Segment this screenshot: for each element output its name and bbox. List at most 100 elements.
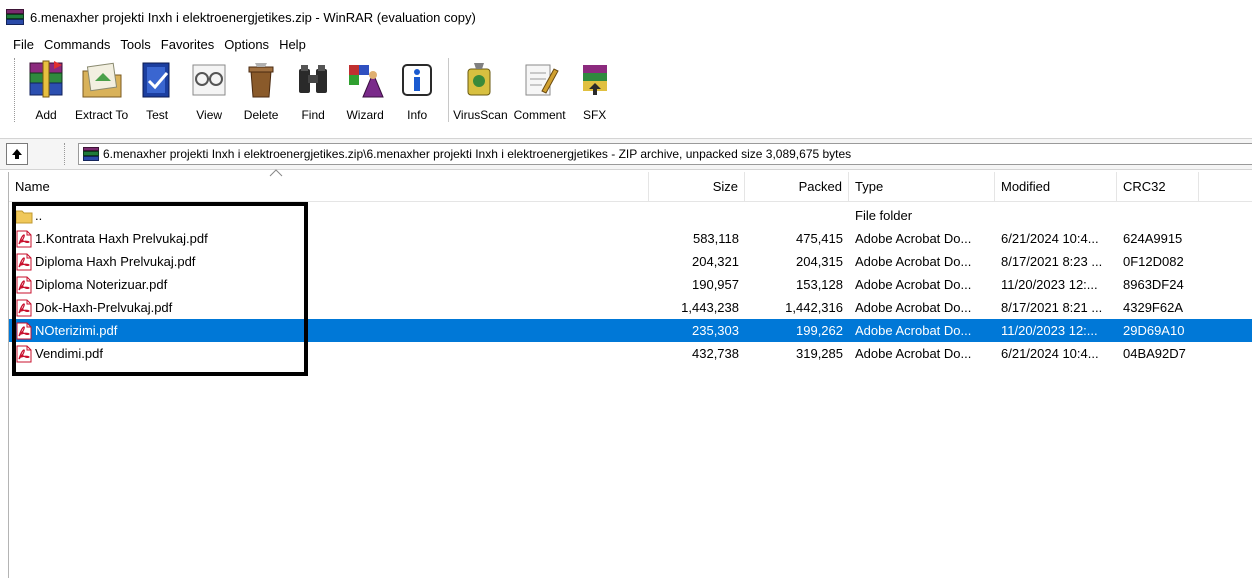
file-name: Vendimi.pdf [35, 346, 103, 361]
info-icon [394, 58, 440, 102]
file-size: 432,738 [692, 346, 739, 361]
file-size: 190,957 [692, 277, 739, 292]
toolbar-grip[interactable] [14, 58, 17, 122]
column-header-packed[interactable]: Packed [745, 172, 849, 202]
pdf-icon [15, 230, 35, 248]
sfx-button[interactable]: SFX [572, 58, 618, 122]
file-rows: .. File folder 1.Kontrata Haxh Prelvukaj.p… [9, 204, 1252, 365]
file-size: 235,303 [692, 323, 739, 338]
pdf-icon [15, 299, 35, 317]
find-binoculars-icon [290, 58, 336, 102]
pdf-icon [15, 322, 35, 340]
file-packed-size: 475,415 [796, 231, 843, 246]
file-modified: 6/21/2024 10:4... [1001, 231, 1099, 246]
file-row[interactable]: NOterizimi.pdf 235,303 199,262 Adobe Acroba… [9, 319, 1252, 342]
file-type: Adobe Acrobat Do... [855, 231, 972, 246]
info-button[interactable]: Info [394, 58, 440, 122]
wizard-button[interactable]: Wizard [342, 58, 388, 122]
file-row[interactable]: Dok-Haxh-Prelvukaj.pdf 1,443,238 1,442,316… [9, 296, 1252, 319]
comment-icon [517, 58, 563, 102]
file-modified: 11/20/2023 12:... [1001, 323, 1098, 338]
menu-favorites[interactable]: Favorites [156, 37, 219, 52]
delete-bin-icon [238, 58, 284, 102]
file-row[interactable]: Diploma Haxh Prelvukaj.pdf 204,321 204,315… [9, 250, 1252, 273]
file-crc32: 29D69A10 [1123, 323, 1185, 338]
column-header-type[interactable]: Type [849, 172, 995, 202]
toolbar-separator [448, 58, 450, 122]
file-size: 204,321 [692, 254, 739, 269]
menu-file[interactable]: File [8, 37, 39, 52]
file-name-cell: Dok-Haxh-Prelvukaj.pdf [9, 299, 649, 317]
file-name: Dok-Haxh-Prelvukaj.pdf [35, 300, 173, 315]
list-header: Name Size Packed Type Modified CRC32 [9, 169, 1252, 202]
file-type: Adobe Acrobat Do... [855, 277, 972, 292]
file-packed-size: 204,315 [796, 254, 843, 269]
find-button[interactable]: Find [290, 58, 336, 122]
file-name-cell: 1.Kontrata Haxh Prelvukaj.pdf [9, 230, 649, 248]
sort-ascending-icon [269, 169, 283, 177]
archive-icon [83, 147, 99, 161]
pdf-icon [15, 276, 35, 294]
column-header-modified[interactable]: Modified [995, 172, 1117, 202]
sfx-icon [572, 58, 618, 102]
delete-button[interactable]: Delete [238, 58, 284, 122]
column-header-crc32[interactable]: CRC32 [1117, 172, 1199, 202]
file-name-cell: .. [9, 207, 649, 225]
file-packed-size: 319,285 [796, 346, 843, 361]
file-crc32: 624A9915 [1123, 231, 1183, 246]
file-name: NOterizimi.pdf [35, 323, 118, 338]
file-type: File folder [855, 208, 913, 223]
file-name: Diploma Haxh Prelvukaj.pdf [35, 254, 196, 269]
file-row[interactable]: Diploma Noterizuar.pdf 190,957 153,128 Adob… [9, 273, 1252, 296]
column-header-name[interactable]: Name [9, 169, 649, 202]
virusscan-icon [457, 58, 503, 102]
wizard-icon [342, 58, 388, 102]
menu-commands[interactable]: Commands [39, 37, 115, 52]
comment-button[interactable]: Comment [514, 58, 566, 122]
file-list[interactable]: Name Size Packed Type Modified CRC32 .. F… [8, 169, 1252, 578]
extract-to-button[interactable]: Extract To [75, 58, 128, 122]
file-crc32: 4329F62A [1123, 300, 1183, 315]
extract-folder-icon [79, 58, 125, 102]
view-glasses-icon [186, 58, 232, 102]
title-bar[interactable]: 6.menaxher projekti Inxh i elektroenergj… [0, 0, 1252, 34]
test-archive-icon [134, 58, 180, 102]
file-name: .. [35, 208, 43, 223]
address-bar: 6.menaxher projekti Inxh i elektroenergj… [0, 138, 1252, 170]
window-title: 6.menaxher projekti Inxh i elektroenergj… [30, 9, 476, 25]
virusscan-button[interactable]: VirusScan [453, 58, 508, 122]
file-modified: 6/21/2024 10:4... [1001, 346, 1099, 361]
file-type: Adobe Acrobat Do... [855, 254, 972, 269]
file-name-cell: Vendimi.pdf [9, 345, 649, 363]
file-name: 1.Kontrata Haxh Prelvukaj.pdf [35, 231, 208, 246]
file-name-cell: NOterizimi.pdf [9, 322, 649, 340]
up-arrow-icon [12, 149, 22, 159]
file-name-cell: Diploma Haxh Prelvukaj.pdf [9, 253, 649, 271]
file-crc32: 04BA92D7 [1123, 346, 1186, 361]
view-button[interactable]: View [186, 58, 232, 122]
add-button[interactable]: Add [23, 58, 69, 122]
file-modified: 8/17/2021 8:23 ... [1001, 254, 1103, 269]
menu-help[interactable]: Help [274, 37, 311, 52]
winrar-app-icon [6, 9, 24, 25]
file-size: 583,118 [692, 231, 739, 246]
address-path: 6.menaxher projekti Inxh i elektroenergj… [103, 147, 852, 161]
toolbar: Add Extract To Test View Delete Find Wiz… [0, 54, 1252, 130]
column-header-size[interactable]: Size [649, 172, 745, 202]
file-row[interactable]: Vendimi.pdf 432,738 319,285 Adobe Acrobat D… [9, 342, 1252, 365]
menu-options[interactable]: Options [219, 37, 274, 52]
menu-tools[interactable]: Tools [115, 37, 155, 52]
file-packed-size: 1,442,316 [785, 300, 843, 315]
add-archive-icon [23, 58, 69, 102]
file-row[interactable]: 1.Kontrata Haxh Prelvukaj.pdf 583,118 475,… [9, 227, 1252, 250]
address-grip[interactable] [64, 143, 67, 165]
up-one-level-button[interactable] [6, 143, 28, 165]
file-crc32: 8963DF24 [1123, 277, 1184, 292]
address-path-field[interactable]: 6.menaxher projekti Inxh i elektroenergj… [78, 143, 1252, 165]
file-crc32: 0F12D082 [1123, 254, 1184, 269]
file-row[interactable]: .. File folder [9, 204, 1252, 227]
pdf-icon [15, 253, 35, 271]
file-type: Adobe Acrobat Do... [855, 323, 972, 338]
file-modified: 11/20/2023 12:... [1001, 277, 1098, 292]
test-button[interactable]: Test [134, 58, 180, 122]
